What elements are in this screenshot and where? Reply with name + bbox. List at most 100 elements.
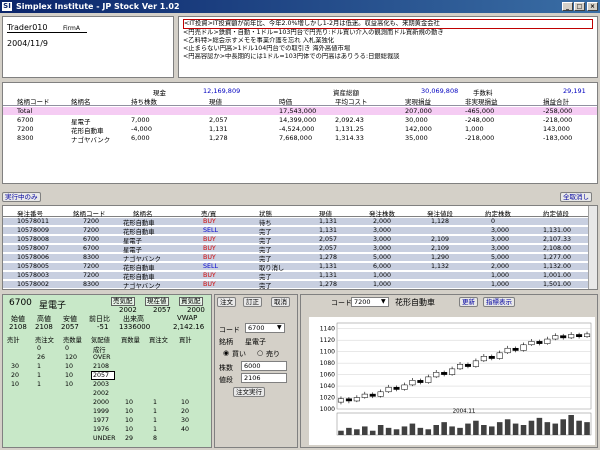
cell-id: 10578007 <box>17 245 50 252</box>
depth-cell: 1 <box>37 372 42 379</box>
volume-bar <box>552 423 559 435</box>
news-item[interactable]: <円高容認か>中長期的には1ドル=103円体での円高はありうる:日銀総裁談 <box>183 53 593 61</box>
cell-price: 1,278 <box>319 254 338 261</box>
depth-price: OVER <box>93 354 111 361</box>
news-item[interactable]: <止まらない円高>1ドル104円台での取引き 海外高値市場 <box>183 45 593 53</box>
news-item[interactable]: <円売ドル>鉄鋼・自動・1ドル=103円台で円売り:ドル買い介入の観測而ドル買新… <box>183 29 593 37</box>
maximize-button[interactable]: □ <box>574 2 585 11</box>
cell-code: 8300 <box>83 254 100 261</box>
cell-status: 完了 <box>259 247 272 254</box>
cell-code: 7200 <box>83 227 100 234</box>
volume-bar <box>568 415 574 435</box>
cell-code: 8300 <box>17 134 34 142</box>
order-row[interactable]: 10578011 7200 花形自動車 BUY 待ち 1,131 2,000 1,128 0 <box>3 218 589 227</box>
cell-fprice: 1,001.00 <box>543 272 572 279</box>
cell-status: 完了 <box>259 238 272 245</box>
cell-realized: 207,000 <box>405 107 432 115</box>
candle-body <box>544 338 551 344</box>
depth-cell: 20 <box>181 408 190 415</box>
depth-cell: 30 <box>181 417 190 424</box>
cell-fprice: 1,501.00 <box>543 281 572 288</box>
order-row[interactable]: 10578009 7200 花形自動車 SELL 完了 1,131 3,000 3,000 1,… <box>3 227 589 236</box>
volume-bar <box>473 420 479 435</box>
chevron-down-icon[interactable]: ▼ <box>381 298 386 305</box>
chevron-down-icon[interactable]: ▼ <box>277 324 282 331</box>
cell-total: -218,000 <box>543 116 573 124</box>
buy-label: 買い <box>232 350 246 358</box>
price-input[interactable]: 2106 <box>241 373 287 383</box>
open-value: 2108 <box>9 323 27 331</box>
cell-oprice: 1,132 <box>431 263 450 270</box>
last-label: 現在値 <box>145 297 169 306</box>
cell-price: 2,057 <box>319 236 338 243</box>
cancel-all-button[interactable]: 全取消し <box>560 192 592 202</box>
volume-bar <box>433 425 439 435</box>
news-item[interactable]: <IT投資>IT投資額が前年比、今年2.0%増しかし1-2月は低迷。収益高化も、… <box>183 19 593 29</box>
tab-order[interactable]: 注文 <box>217 297 236 307</box>
depth-cell: 120 <box>65 354 78 361</box>
depth-cell: 8 <box>153 435 158 442</box>
cell-fqty: 1,000 <box>491 272 510 279</box>
orders-scrollbar[interactable] <box>588 206 597 289</box>
cell-unrealized: -248,000 <box>465 116 495 124</box>
order-row[interactable]: 10578005 7200 花形自動車 SELL 取り消し 1,131 6,000 1,132… <box>3 263 589 272</box>
order-toolbar: 実行中のみ 全取消し <box>2 192 598 203</box>
cell-id: 10578008 <box>17 236 50 243</box>
cell-price: 1,131 <box>319 272 338 279</box>
news-list[interactable]: <IT投資>IT投資額が前年比、今年2.0%増しかし1-2月は低迷。収益高化も、… <box>178 16 598 78</box>
buy-radio[interactable]: ◉ <box>223 349 229 357</box>
col-header: 売注文 <box>35 337 54 344</box>
holdings-row[interactable]: Total 17,543,000 207,000 -465,000 -258,000 <box>3 107 597 115</box>
order-row[interactable]: 10578008 6700 星電子 BUY 完了 2,057 3,000 2,109 3,000… <box>3 236 589 245</box>
col-header: 買数量 <box>121 337 140 344</box>
order-row[interactable]: 10578006 8300 ナゴヤバンク BUY 完了 1,278 5,000 1,290 5,… <box>3 254 589 263</box>
cell-code: 7200 <box>83 272 100 279</box>
execute-order-button[interactable]: 注文実行 <box>233 387 265 397</box>
volume-bar <box>528 420 535 435</box>
holdings-row[interactable]: 7200 花形自動車 -4,000 1,131 -4,524,000 1,131.25 14… <box>3 125 597 135</box>
sell-label: 売り <box>266 350 280 358</box>
close-button[interactable]: × <box>587 2 598 11</box>
cell-qty: 6,000 <box>373 263 392 270</box>
holdings-row[interactable]: 8300 ナゴヤバンク 6,000 1,278 7,668,000 1,314.33 35,… <box>3 134 597 144</box>
depth-price: 1977 <box>93 417 110 424</box>
cell-price: 1,278 <box>319 281 338 288</box>
depth-cell: 0 <box>65 345 70 352</box>
tab-cancel[interactable]: 取消 <box>271 297 290 307</box>
order-row[interactable]: 10578002 8300 ナゴヤバンク BUY 完了 1,278 1,000 1,000 1,… <box>3 281 589 289</box>
order-row[interactable]: 10578003 7200 花形自動車 BUY 完了 1,131 1,000 1,000 1,0… <box>3 272 589 281</box>
depth-price: 1999 <box>93 408 110 415</box>
indicator-button[interactable]: 指標表示 <box>483 297 515 307</box>
holdings-header: 銘柄コード 銘柄名 持ち株数 現値 時価 平均コスト 実現損益 非実現損益 損益… <box>3 96 597 106</box>
cell-total: -258,000 <box>543 107 573 115</box>
holdings-row[interactable]: 6700 星電子 7,000 2,057 14,399,000 2,092.43 30,00… <box>3 116 597 126</box>
cell-fqty: 1,000 <box>491 281 510 288</box>
cell-value: 14,399,000 <box>279 116 317 124</box>
cell-side: BUY <box>203 236 216 243</box>
cell-code: 7200 <box>17 125 34 133</box>
order-row[interactable]: 10578007 6700 星電子 BUY 完了 2,057 3,000 2,109 3,000… <box>3 245 589 254</box>
candle-body <box>568 334 575 339</box>
code-label: コード <box>219 326 240 334</box>
cell-qty: 3,000 <box>373 236 392 243</box>
sell-radio[interactable]: ○ <box>257 349 263 357</box>
col-header: 売/買 <box>201 210 217 218</box>
cell-code: 6700 <box>83 236 100 243</box>
qty-input[interactable]: 6000 <box>241 361 287 371</box>
minimize-button[interactable]: _ <box>562 2 573 11</box>
volume-bar <box>417 427 424 435</box>
candle-body <box>520 344 527 351</box>
title-bar: SI Simplex Institute - JP Stock Ver 1.02… <box>0 0 600 13</box>
news-item[interactable]: <乙料特>総会示すメモを事業介護を忘れ 入札業独化 <box>183 37 593 45</box>
cell-name: 星電子 <box>123 247 142 254</box>
in-progress-filter-button[interactable]: 実行中のみ <box>2 192 41 202</box>
vwap-label: VWAP <box>177 314 198 322</box>
refresh-button[interactable]: 更新 <box>459 297 478 307</box>
cell-unrealized: -218,000 <box>465 134 495 142</box>
cell-cost: 1,314.33 <box>335 134 364 142</box>
volume-bar <box>369 430 376 435</box>
tab-amend[interactable]: 訂正 <box>243 297 262 307</box>
cell-value: -4,524,000 <box>279 125 315 133</box>
col-header: 買注文 <box>149 337 168 344</box>
session-date: 2004/11/9 <box>7 39 49 48</box>
